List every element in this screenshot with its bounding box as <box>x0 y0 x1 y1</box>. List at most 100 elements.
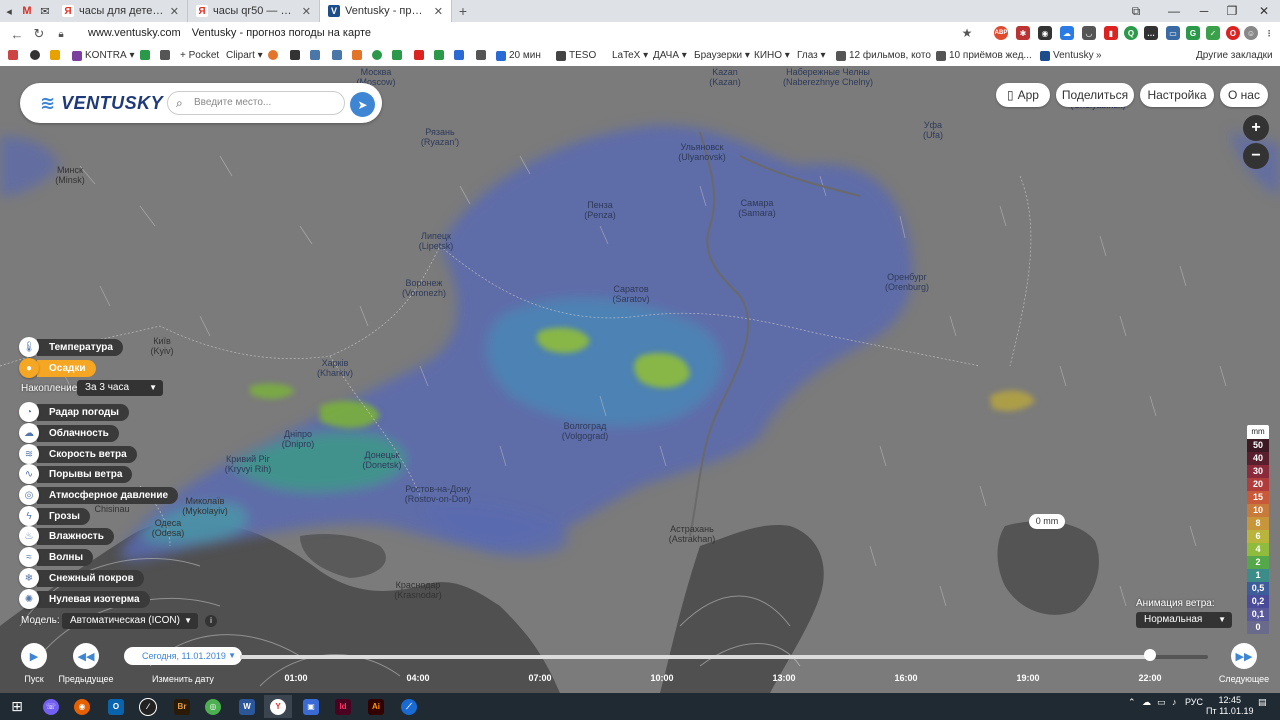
taskbar-yandex-browser[interactable]: Y <box>264 695 292 718</box>
settings-button[interactable]: Настройка <box>1140 83 1214 107</box>
timeline-tick[interactable]: 10:00 <box>650 673 673 683</box>
minimize-button[interactable]: — <box>1160 0 1188 22</box>
bookmark-icon[interactable] <box>372 50 385 60</box>
city-krasnodar[interactable]: Краснодар (Krasnodar) <box>394 580 442 600</box>
bookmark-browsers[interactable]: Браузерки ▾ <box>694 50 750 61</box>
bookmark-icon[interactable] <box>414 50 427 60</box>
layer-waves[interactable]: ≈ Волны <box>19 547 94 567</box>
bookmark-icon[interactable] <box>268 50 281 60</box>
tab-yandex-search-2[interactable]: Я часы qr50 — Яндекс: наш ✕ <box>188 0 320 22</box>
city-donetsk[interactable]: Донецьк (Donetsk) <box>362 450 401 470</box>
layer-wind-gusts[interactable]: ∿ Порывы ветра <box>19 464 133 484</box>
bookmark-icon[interactable] <box>30 50 43 60</box>
timeline-tick[interactable]: 19:00 <box>1016 673 1039 683</box>
extension-translate-icon[interactable]: G <box>1186 26 1200 40</box>
new-tab-button[interactable]: + <box>452 0 474 22</box>
timeline-track[interactable] <box>240 655 1208 659</box>
taskbar-app[interactable]: ∕ <box>134 695 162 718</box>
bookmark-kontra[interactable]: KONTRA ▾ <box>72 50 134 61</box>
mail-icon[interactable]: ✉ <box>36 0 54 22</box>
bookmark-pocket[interactable]: + Pocket <box>180 50 219 61</box>
bookmark-icon[interactable] <box>454 50 467 60</box>
ventusky-logo[interactable]: ≋ VENTUSKY <box>40 93 163 114</box>
extension-ghost-icon[interactable]: ◉ <box>1038 26 1052 40</box>
tray-speaker-icon[interactable]: ♪ <box>1172 697 1177 707</box>
city-minsk[interactable]: Минск (Minsk) <box>55 165 85 185</box>
tray-network-icon[interactable]: ▭ <box>1157 697 1166 708</box>
timeline-tick[interactable]: 13:00 <box>772 673 795 683</box>
city-voronezh[interactable]: Воронеж (Voronezh) <box>402 278 446 298</box>
opera-icon[interactable]: O <box>1226 26 1240 40</box>
tray-language[interactable]: РУС <box>1185 697 1203 707</box>
city-ulyanovsk[interactable]: Ульяновск (Ulyanovsk) <box>678 142 726 162</box>
bookmark-icon[interactable] <box>392 50 405 60</box>
tab-yandex-search-1[interactable]: Я часы для детей с gps нави ✕ <box>54 0 188 22</box>
timeline-tick[interactable]: 07:00 <box>528 673 551 683</box>
close-tab-icon[interactable]: ✕ <box>434 5 443 18</box>
tab-ventusky[interactable]: V Ventusky - прогноз пого ✕ <box>320 0 452 22</box>
bookmark-clipart[interactable]: Clipart ▾ <box>226 50 263 61</box>
bookmark-icon[interactable] <box>140 50 153 60</box>
bookmark-10-tips[interactable]: 10 приёмов жед... <box>936 50 1032 61</box>
taskbar-app-blue[interactable]: ⟋ <box>395 695 423 718</box>
city-mykolayiv[interactable]: Миколаїв (Mykolayiv) <box>182 496 228 516</box>
city-samara[interactable]: Самара (Samara) <box>738 198 776 218</box>
layer-temperature[interactable]: 🌡︎ Температура <box>19 337 123 357</box>
reload-button[interactable]: ↻ <box>28 23 50 45</box>
restore-window-button[interactable]: ❐ <box>1218 0 1246 22</box>
search-input[interactable]: ⌕ Введите место... <box>167 91 345 115</box>
bookmark-icon[interactable] <box>160 50 173 60</box>
vk-icon[interactable] <box>310 50 323 60</box>
lock-icon[interactable]: 🔒︎ <box>50 23 72 45</box>
city-kyiv[interactable]: Київ (Kyiv) <box>151 336 174 356</box>
timeline-handle[interactable] <box>1143 649 1156 661</box>
layer-precipitation[interactable]: ● Осадки <box>19 358 96 378</box>
city-kryvyi-rih[interactable]: Кривий Ріг (Kryvyi Rih) <box>225 454 272 474</box>
pocket-icon[interactable]: ◡ <box>1082 26 1096 40</box>
timeline-tick[interactable]: 01:00 <box>284 673 307 683</box>
layer-wind-speed[interactable]: ≋ Скорость ветра <box>19 444 137 464</box>
tray-clock[interactable]: 12:45 Пт 11.01.19 <box>1206 695 1253 717</box>
play-button[interactable]: ▶ <box>21 643 47 669</box>
other-bookmarks[interactable]: Другие закладки <box>1196 50 1273 61</box>
layer-thunderstorms[interactable]: ϟ Грозы <box>19 506 90 526</box>
layer-freezing-level[interactable]: ✺ Нулевая изотерма <box>19 589 150 609</box>
next-button[interactable]: ▶▶ <box>1231 643 1257 669</box>
taskbar-indesign[interactable]: Id <box>329 695 357 718</box>
city-rostov-on-don[interactable]: Ростов-на-Дону (Rostov-on-Don) <box>405 484 472 504</box>
bookmark-latex[interactable]: LaTeX ▾ <box>612 50 648 61</box>
taskbar-illustrator[interactable]: Ai <box>362 695 390 718</box>
close-tab-icon[interactable]: ✕ <box>170 5 179 18</box>
bookmark-icon[interactable] <box>332 50 345 60</box>
previous-button[interactable]: ◀◀ <box>73 643 99 669</box>
timeline-tick[interactable]: 04:00 <box>406 673 429 683</box>
taskbar-save[interactable]: ▣ <box>297 695 325 718</box>
city-chisinau[interactable]: Chisinau <box>94 504 129 514</box>
tray-chevron-icon[interactable]: ⌃ <box>1128 697 1136 708</box>
taskbar-chrome[interactable]: ◎ <box>199 695 227 718</box>
extension-check-icon[interactable]: ✓ <box>1206 26 1220 40</box>
extension-bookmark-icon[interactable]: ▮ <box>1104 26 1118 40</box>
bookmark-apps-icon[interactable] <box>8 50 21 60</box>
extension-window-icon[interactable]: ▭ <box>1166 26 1180 40</box>
start-button[interactable]: ⊞ <box>3 695 31 718</box>
weather-map[interactable]: Москва (Moscow) Kazan (Kazan) Набережные Ч… <box>0 66 1280 693</box>
bookmark-icon[interactable] <box>290 50 303 60</box>
taskbar-outlook[interactable]: O <box>102 695 130 718</box>
taskbar-firefox[interactable]: ◉ <box>68 695 96 718</box>
bookmark-glaz[interactable]: Глаз ▾ <box>797 50 826 61</box>
menu-icon[interactable]: ⋮ <box>1262 26 1276 40</box>
close-window-button[interactable]: ✕ <box>1250 0 1278 22</box>
bookmark-teso[interactable]: TESO <box>556 50 596 61</box>
timeline-tick[interactable]: 22:00 <box>1138 673 1161 683</box>
bookmark-20min[interactable]: 20 мин <box>496 50 541 61</box>
bookmark-icon[interactable] <box>434 50 447 60</box>
layer-pressure[interactable]: ◎ Атмосферное давление <box>19 485 179 505</box>
app-button[interactable]: ▯ App <box>996 83 1050 107</box>
bookmark-kino[interactable]: КИНО ▾ <box>754 50 790 61</box>
about-button[interactable]: О нас <box>1220 83 1268 107</box>
layer-snow-cover[interactable]: ❄ Снежный покров <box>19 568 144 588</box>
extension-search-icon[interactable]: Q <box>1124 26 1138 40</box>
model-select[interactable]: Автоматическая (ICON) ▼ <box>62 613 198 629</box>
bookmark-star-icon[interactable]: ★ <box>960 26 974 40</box>
